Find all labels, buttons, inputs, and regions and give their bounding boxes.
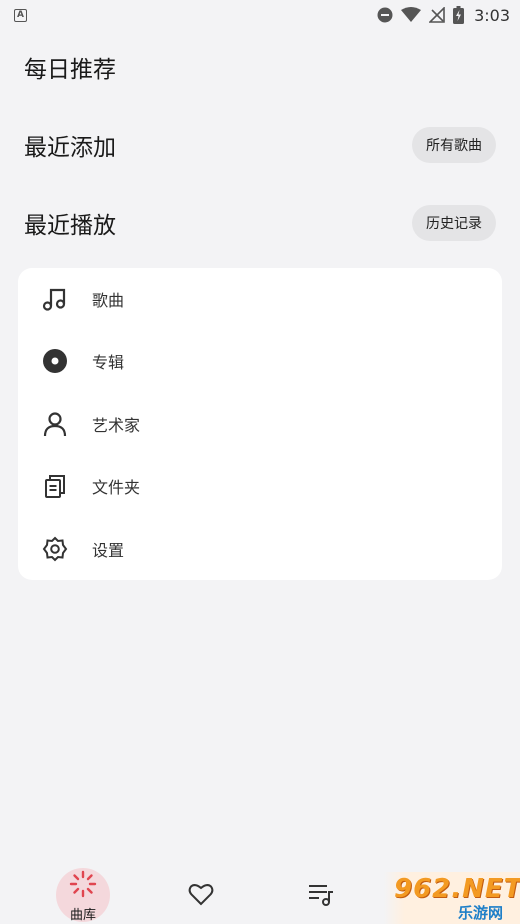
recently-added-row: 最近添加 所有歌曲	[0, 115, 520, 175]
folder-files-icon	[40, 471, 70, 501]
music-note-icon	[40, 284, 70, 314]
person-icon	[40, 409, 70, 439]
library-item-label: 歌曲	[92, 291, 125, 310]
nav-tab-favorites[interactable]	[186, 882, 216, 910]
library-item-artists[interactable]: 艺术家	[18, 393, 502, 455]
library-item-folders[interactable]: 文件夹	[18, 455, 502, 517]
do-not-disturb-icon	[377, 7, 393, 23]
nav-tab-library[interactable]: 曲库	[56, 870, 110, 923]
history-button[interactable]: 历史记录	[412, 205, 496, 241]
heart-icon	[188, 882, 214, 910]
daily-recommend-row[interactable]: 每日推荐	[0, 37, 520, 97]
library-card: 歌曲 专辑 艺术家 文件夹 设置	[18, 268, 502, 580]
daily-recommend-title: 每日推荐	[24, 57, 116, 83]
watermark-top-text: 962.NET	[394, 874, 520, 904]
recently-played-title: 最近播放	[24, 213, 116, 239]
recently-played-row: 最近播放 历史记录	[0, 193, 520, 253]
recently-added-title: 最近添加	[24, 135, 116, 161]
library-item-label: 艺术家	[92, 416, 141, 435]
nav-tab-playlists[interactable]	[306, 882, 336, 910]
wifi-icon	[401, 7, 422, 22]
status-time: 3:03	[474, 5, 510, 25]
album-disc-icon	[40, 346, 70, 376]
no-signal-icon	[429, 7, 445, 23]
library-item-albums[interactable]: 专辑	[18, 330, 502, 392]
app-notification-icon: A	[14, 8, 27, 22]
library-item-settings[interactable]: 设置	[18, 518, 502, 580]
library-spinner-icon	[69, 870, 97, 902]
playlist-icon	[307, 882, 335, 910]
battery-charging-icon	[453, 6, 465, 24]
all-songs-button[interactable]: 所有歌曲	[412, 127, 496, 163]
gear-icon	[40, 534, 70, 564]
watermark-bottom-text: 乐游网	[458, 904, 504, 922]
library-item-songs[interactable]: 歌曲	[18, 268, 502, 330]
watermark-logo: 962.NET 乐游网	[384, 872, 520, 924]
library-item-label: 设置	[92, 541, 125, 560]
status-bar: A 3:03	[0, 0, 520, 30]
library-item-label: 专辑	[92, 353, 125, 372]
library-item-label: 文件夹	[92, 478, 141, 497]
nav-tab-library-label: 曲库	[69, 908, 96, 923]
